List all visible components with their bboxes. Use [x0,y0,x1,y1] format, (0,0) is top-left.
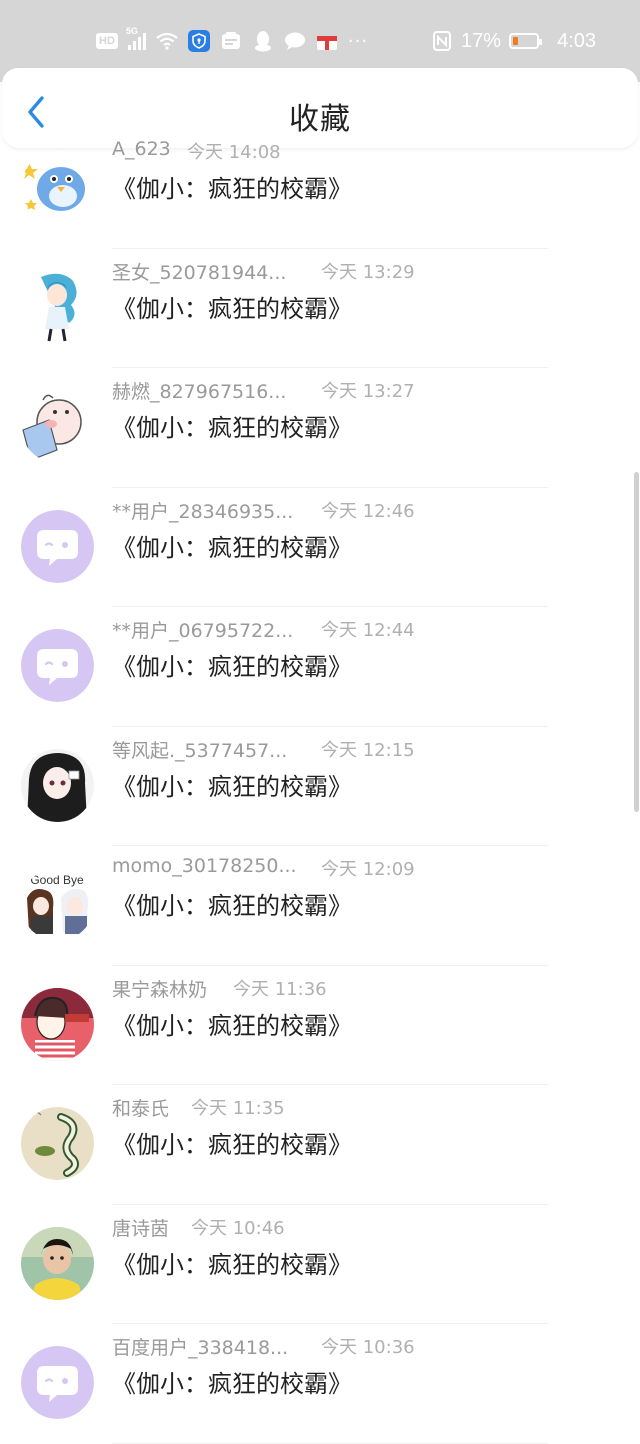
avatar[interactable] [21,1226,94,1300]
status-bar-left: HD 5G ··· [96,26,369,54]
svg-text:Good Bye: Good Bye [30,873,84,887]
wifi-icon [156,30,178,52]
timestamp: 今天 11:35 [191,1098,285,1119]
list-item[interactable]: 唐诗茵 今天 10:46 《伽小：疯狂的校霸》 [0,1205,640,1324]
avatar[interactable] [21,748,94,822]
user-name[interactable]: momo_30178250... [112,855,297,877]
default-avatar-icon[interactable] [21,629,94,702]
signal-icon: 5G [126,26,146,50]
favorite-title: 《伽小：疯狂的校霸》 [112,175,352,203]
favorite-title: 《伽小：疯狂的校霸》 [112,1250,352,1279]
app-icon [220,30,242,52]
battery-icon [509,33,543,49]
favorite-title: 《伽小：疯狂的校霸》 [112,892,352,920]
timestamp: 今天 10:46 [191,1217,285,1239]
user-name[interactable]: **用户_28346935... [112,497,293,524]
favorite-title: 《伽小：疯狂的校霸》 [112,772,352,801]
battery-percent: 17% [461,29,502,52]
favorite-title: 《伽小：疯狂的校霸》 [112,1370,352,1398]
user-name[interactable]: 赫燃_827967516... [112,377,286,404]
list-item[interactable]: **用户_28346935... 今天 12:46 《伽小：疯狂的校霸》 [0,488,640,607]
timestamp: 今天 12:09 [321,859,415,880]
clock: 4:03 [557,29,596,52]
list-item[interactable]: 等风起._5377457... 今天 12:15 《伽小：疯狂的校霸》 [0,727,640,846]
hd-icon: HD [96,33,118,49]
user-name[interactable]: **用户_06795722... [112,616,293,643]
chat-icon [284,30,306,52]
list-item[interactable]: 果宁森林奶 今天 11:36 《伽小：疯狂的校霸》 [0,966,640,1085]
user-name[interactable]: A_623 [112,138,171,160]
timestamp: 今天 13:27 [321,381,415,402]
avatar[interactable] [21,1107,94,1180]
default-avatar-icon[interactable] [21,509,94,583]
timestamp: 今天 11:36 [233,978,327,1000]
divider [112,1442,548,1444]
user-name[interactable]: 百度用户_338418... [112,1333,288,1360]
nfc-icon [431,30,453,52]
list-item[interactable]: A_623 今天 14:08 《伽小：疯狂的校霸》 [0,129,640,249]
scrollbar[interactable] [634,472,639,812]
timestamp: 今天 12:46 [321,500,415,522]
user-name[interactable]: 和泰氏 [112,1094,169,1121]
timestamp: 今天 10:36 [321,1337,415,1358]
user-name[interactable]: 圣女_520781944... [112,258,286,285]
favorite-title: 《伽小：疯狂的校霸》 [112,533,352,562]
list-item[interactable]: 赫燃_827967516... 今天 13:27 《伽小：疯狂的校霸》 [0,368,640,488]
user-name[interactable]: 等风起._5377457... [112,736,287,763]
status-bar-right: 17% 4:03 [431,28,596,54]
timestamp: 今天 12:44 [321,620,415,641]
qq-icon [252,30,274,52]
favorite-title: 《伽小：疯狂的校霸》 [112,1011,352,1040]
timestamp: 今天 13:29 [321,261,415,283]
list-item[interactable]: **用户_06795722... 今天 12:44 《伽小：疯狂的校霸》 [0,607,640,727]
default-avatar-icon[interactable] [21,1346,94,1419]
list-item[interactable]: 圣女_520781944... 今天 13:29 《伽小：疯狂的校霸》 [0,249,640,368]
avatar[interactable] [21,987,94,1061]
gift-icon [316,30,338,52]
avatar[interactable] [21,270,94,344]
list-item[interactable]: Good Bye momo_30178250... 今天 12:09 《伽小：疯… [0,846,640,966]
list-item[interactable]: 和泰氏 今天 11:35 《伽小：疯狂的校霸》 [0,1085,640,1205]
favorite-title: 《伽小：疯狂的校霸》 [112,414,352,442]
avatar[interactable] [21,151,94,224]
timestamp: 今天 12:15 [321,739,415,761]
avatar[interactable]: Good Bye [21,868,94,941]
favorite-title: 《伽小：疯狂的校霸》 [112,1131,352,1159]
avatar[interactable] [21,390,94,463]
security-shield-icon [187,30,210,52]
user-name[interactable]: 唐诗茵 [112,1214,169,1241]
timestamp: 今天 14:08 [187,142,281,163]
user-name[interactable]: 果宁森林奶 [112,975,207,1002]
favorite-title: 《伽小：疯狂的校霸》 [112,294,352,323]
more-icon: ··· [347,30,369,52]
list-item[interactable]: 百度用户_338418... 今天 10:36 《伽小：疯狂的校霸》 [0,1324,640,1444]
favorite-title: 《伽小：疯狂的校霸》 [112,653,352,681]
